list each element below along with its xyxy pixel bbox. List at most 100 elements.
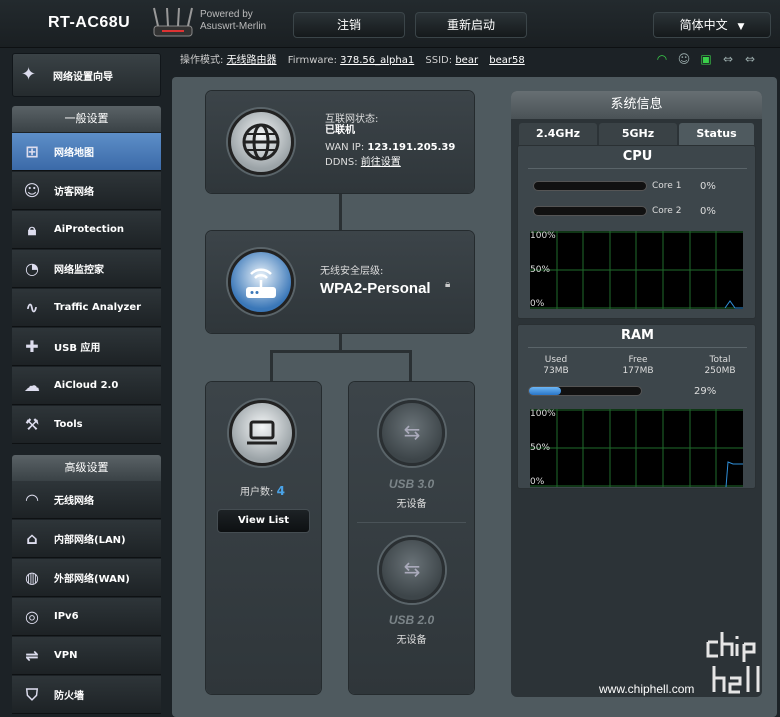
ssid-link-2[interactable]: bear58 [489, 55, 524, 66]
sidebar-item-firewall[interactable]: ⛉ 防火墙 [12, 676, 161, 714]
network-map-icon: ⊞ [25, 141, 39, 161]
clients-card[interactable]: 用户数: 4 View List [206, 382, 321, 694]
ddns-row: DDNS: 前往设置 [325, 156, 401, 170]
clients-count: 4 [276, 484, 285, 498]
sidebar-item-label: AiCloud 2.0 [54, 380, 119, 391]
cpu-tick-0: 0% [530, 299, 545, 309]
powered-by-firmware: Asuswrt-Merlin [200, 21, 267, 32]
tab-status[interactable]: Status [679, 123, 754, 145]
ram-usage-fill [529, 387, 562, 395]
wireless-security-value: WPA2-Personal [320, 280, 431, 297]
wan-ip-label: WAN IP: [325, 142, 365, 153]
firmware-link[interactable]: 378.56_alpha1 [340, 55, 414, 66]
ram-free-value: 177MB [622, 366, 654, 376]
sidebar-item-usb-application[interactable]: ✚ USB 应用 [12, 328, 161, 366]
usb-3-status: 无设备 [396, 499, 427, 510]
sidebar-item-tools[interactable]: ⚒ Tools [12, 406, 161, 444]
sidebar-item-traffic-analyzer[interactable]: ∿ Traffic Analyzer [12, 289, 161, 327]
router-card[interactable]: 无线安全层级: WPA2-Personal 🔒︎ [206, 231, 474, 333]
link-icon[interactable]: ▣ [698, 52, 714, 66]
ssid-link-1[interactable]: bear [455, 55, 478, 66]
ram-total-value: 250MB [704, 366, 736, 376]
tab-5ghz[interactable]: 5GHz [599, 123, 677, 145]
system-info-panel: 系统信息 2.4GHz 5GHz Status CPU Core 1 0% Co… [511, 91, 762, 697]
cpu-panel: CPU Core 1 0% Core 2 0% 100% 50% 0% [517, 145, 756, 319]
lock-icon: 🔒︎ [27, 219, 37, 239]
usb-2-icon[interactable]: ⇔ [742, 52, 758, 66]
wand-icon: ✦ [21, 64, 37, 85]
chart-icon: ∿ [25, 297, 39, 317]
sidebar-item-label: 网络监控家 [54, 265, 104, 276]
internet-status-card[interactable]: 互联网状态: 已联机 WAN IP: 123.191.205.39 DDNS: … [206, 91, 474, 193]
sidebar-item-aicloud[interactable]: ☁ AiCloud 2.0 [12, 367, 161, 405]
sidebar-item-aiprotection[interactable]: 🔒︎ AiProtection [12, 211, 161, 249]
sidebar-item-label: IPv6 [54, 611, 79, 622]
tab-2-4ghz[interactable]: 2.4GHz [519, 123, 597, 145]
ram-free-label: Free [628, 355, 648, 365]
view-list-button[interactable]: View List [217, 509, 310, 533]
wireless-security-label: 无线安全层级: [320, 266, 384, 277]
reboot-button[interactable]: 重新启动 [415, 12, 527, 38]
ram-tick-50: 50% [530, 443, 551, 453]
ram-panel: RAM Used 73MB Free 177MB Total 250MB 29%… [517, 324, 756, 489]
model-name: RT-AC68U [48, 14, 131, 31]
sidebar-item-label: 网络地图 [54, 148, 94, 159]
sidebar-item-wan[interactable]: ◍ 外部网络(WAN) [12, 559, 161, 597]
sidebar-item-label: VPN [54, 650, 78, 661]
sidebar-item-guest-network[interactable]: ☺ 访客网络 [12, 172, 161, 210]
connector-line [270, 350, 412, 353]
sidebar-item-adaptive-qos[interactable]: ◔ 网络监控家 [12, 250, 161, 288]
ram-graph: 100% 50% 0% [530, 409, 743, 487]
ram-total-label: Total [709, 355, 731, 365]
ram-used-value: 73MB [543, 366, 569, 376]
cpu-title: CPU [622, 149, 653, 164]
connector-line [339, 192, 342, 232]
logout-button[interactable]: 注销 [293, 12, 405, 38]
system-info-title: 系统信息 [511, 91, 762, 119]
router-icon [228, 249, 294, 315]
sidebar-item-label: 访客网络 [54, 187, 94, 198]
sidebar-item-ipv6[interactable]: ◎ IPv6 [12, 598, 161, 636]
usb-port-1[interactable]: ⇆ [379, 400, 445, 466]
ram-usage-bar [528, 386, 642, 396]
sidebar-item-vpn[interactable]: ⇌ VPN [12, 637, 161, 675]
ram-title: RAM [620, 328, 654, 343]
language-select[interactable]: 简体中文 ▼ [653, 12, 771, 38]
core1-usage-bar [533, 181, 647, 191]
clients-label: 用户数: [240, 487, 274, 498]
usb-icon[interactable]: ⇔ [720, 52, 736, 66]
mode-link[interactable]: 无线路由器 [227, 55, 277, 66]
ddns-link[interactable]: 前往设置 [361, 157, 401, 168]
monitor-icon [229, 400, 295, 466]
core2-label: Core 2 [652, 206, 682, 216]
general-section-title: 一般设置 [12, 106, 161, 132]
core1-value: 0% [700, 181, 716, 192]
status-icons: ◠ ☺ ▣ ⇔ ⇔ [654, 52, 758, 66]
ram-tick-100: 100% [530, 409, 556, 419]
usb-card: ⇆ USB 3.0 无设备 ⇆ USB 2.0 无设备 [349, 382, 474, 694]
usb-port-2[interactable]: ⇆ [379, 537, 445, 603]
ram-used-label: Used [544, 355, 568, 365]
users-icon[interactable]: ☺ [676, 52, 692, 66]
wifi-icon[interactable]: ◠ [654, 52, 670, 66]
home-icon: ⌂ [26, 528, 38, 548]
ddns-label: DDNS: [325, 157, 358, 168]
clients-row: 用户数: 4 [240, 484, 285, 500]
powered-by: Powered by Asuswrt-Merlin [200, 9, 266, 33]
globe-icon: ◍ [25, 567, 39, 587]
sidebar-item-label: 外部网络(WAN) [54, 574, 130, 585]
sidebar-item-lan[interactable]: ⌂ 内部网络(LAN) [12, 520, 161, 558]
quick-setup-button[interactable]: ✦ 网络设置向导 [12, 53, 161, 97]
mode-label: 操作模式: [180, 55, 224, 66]
top-bar: RT-AC68U Powered by Asuswrt-Merlin 注销 重新… [0, 0, 780, 48]
ipv6-icon: ◎ [25, 606, 39, 626]
gauge-icon: ◔ [25, 258, 39, 278]
sidebar-item-wireless[interactable]: ◠ 无线网络 [12, 481, 161, 519]
sidebar-item-label: 防火墙 [54, 691, 84, 702]
divider [357, 522, 466, 523]
core2-usage-bar [533, 206, 647, 216]
sidebar-item-network-map[interactable]: ⊞ 网络地图 [12, 133, 161, 171]
sidebar-item-label: 无线网络 [54, 496, 94, 507]
divider [528, 168, 747, 169]
vpn-icon: ⇌ [25, 645, 39, 665]
